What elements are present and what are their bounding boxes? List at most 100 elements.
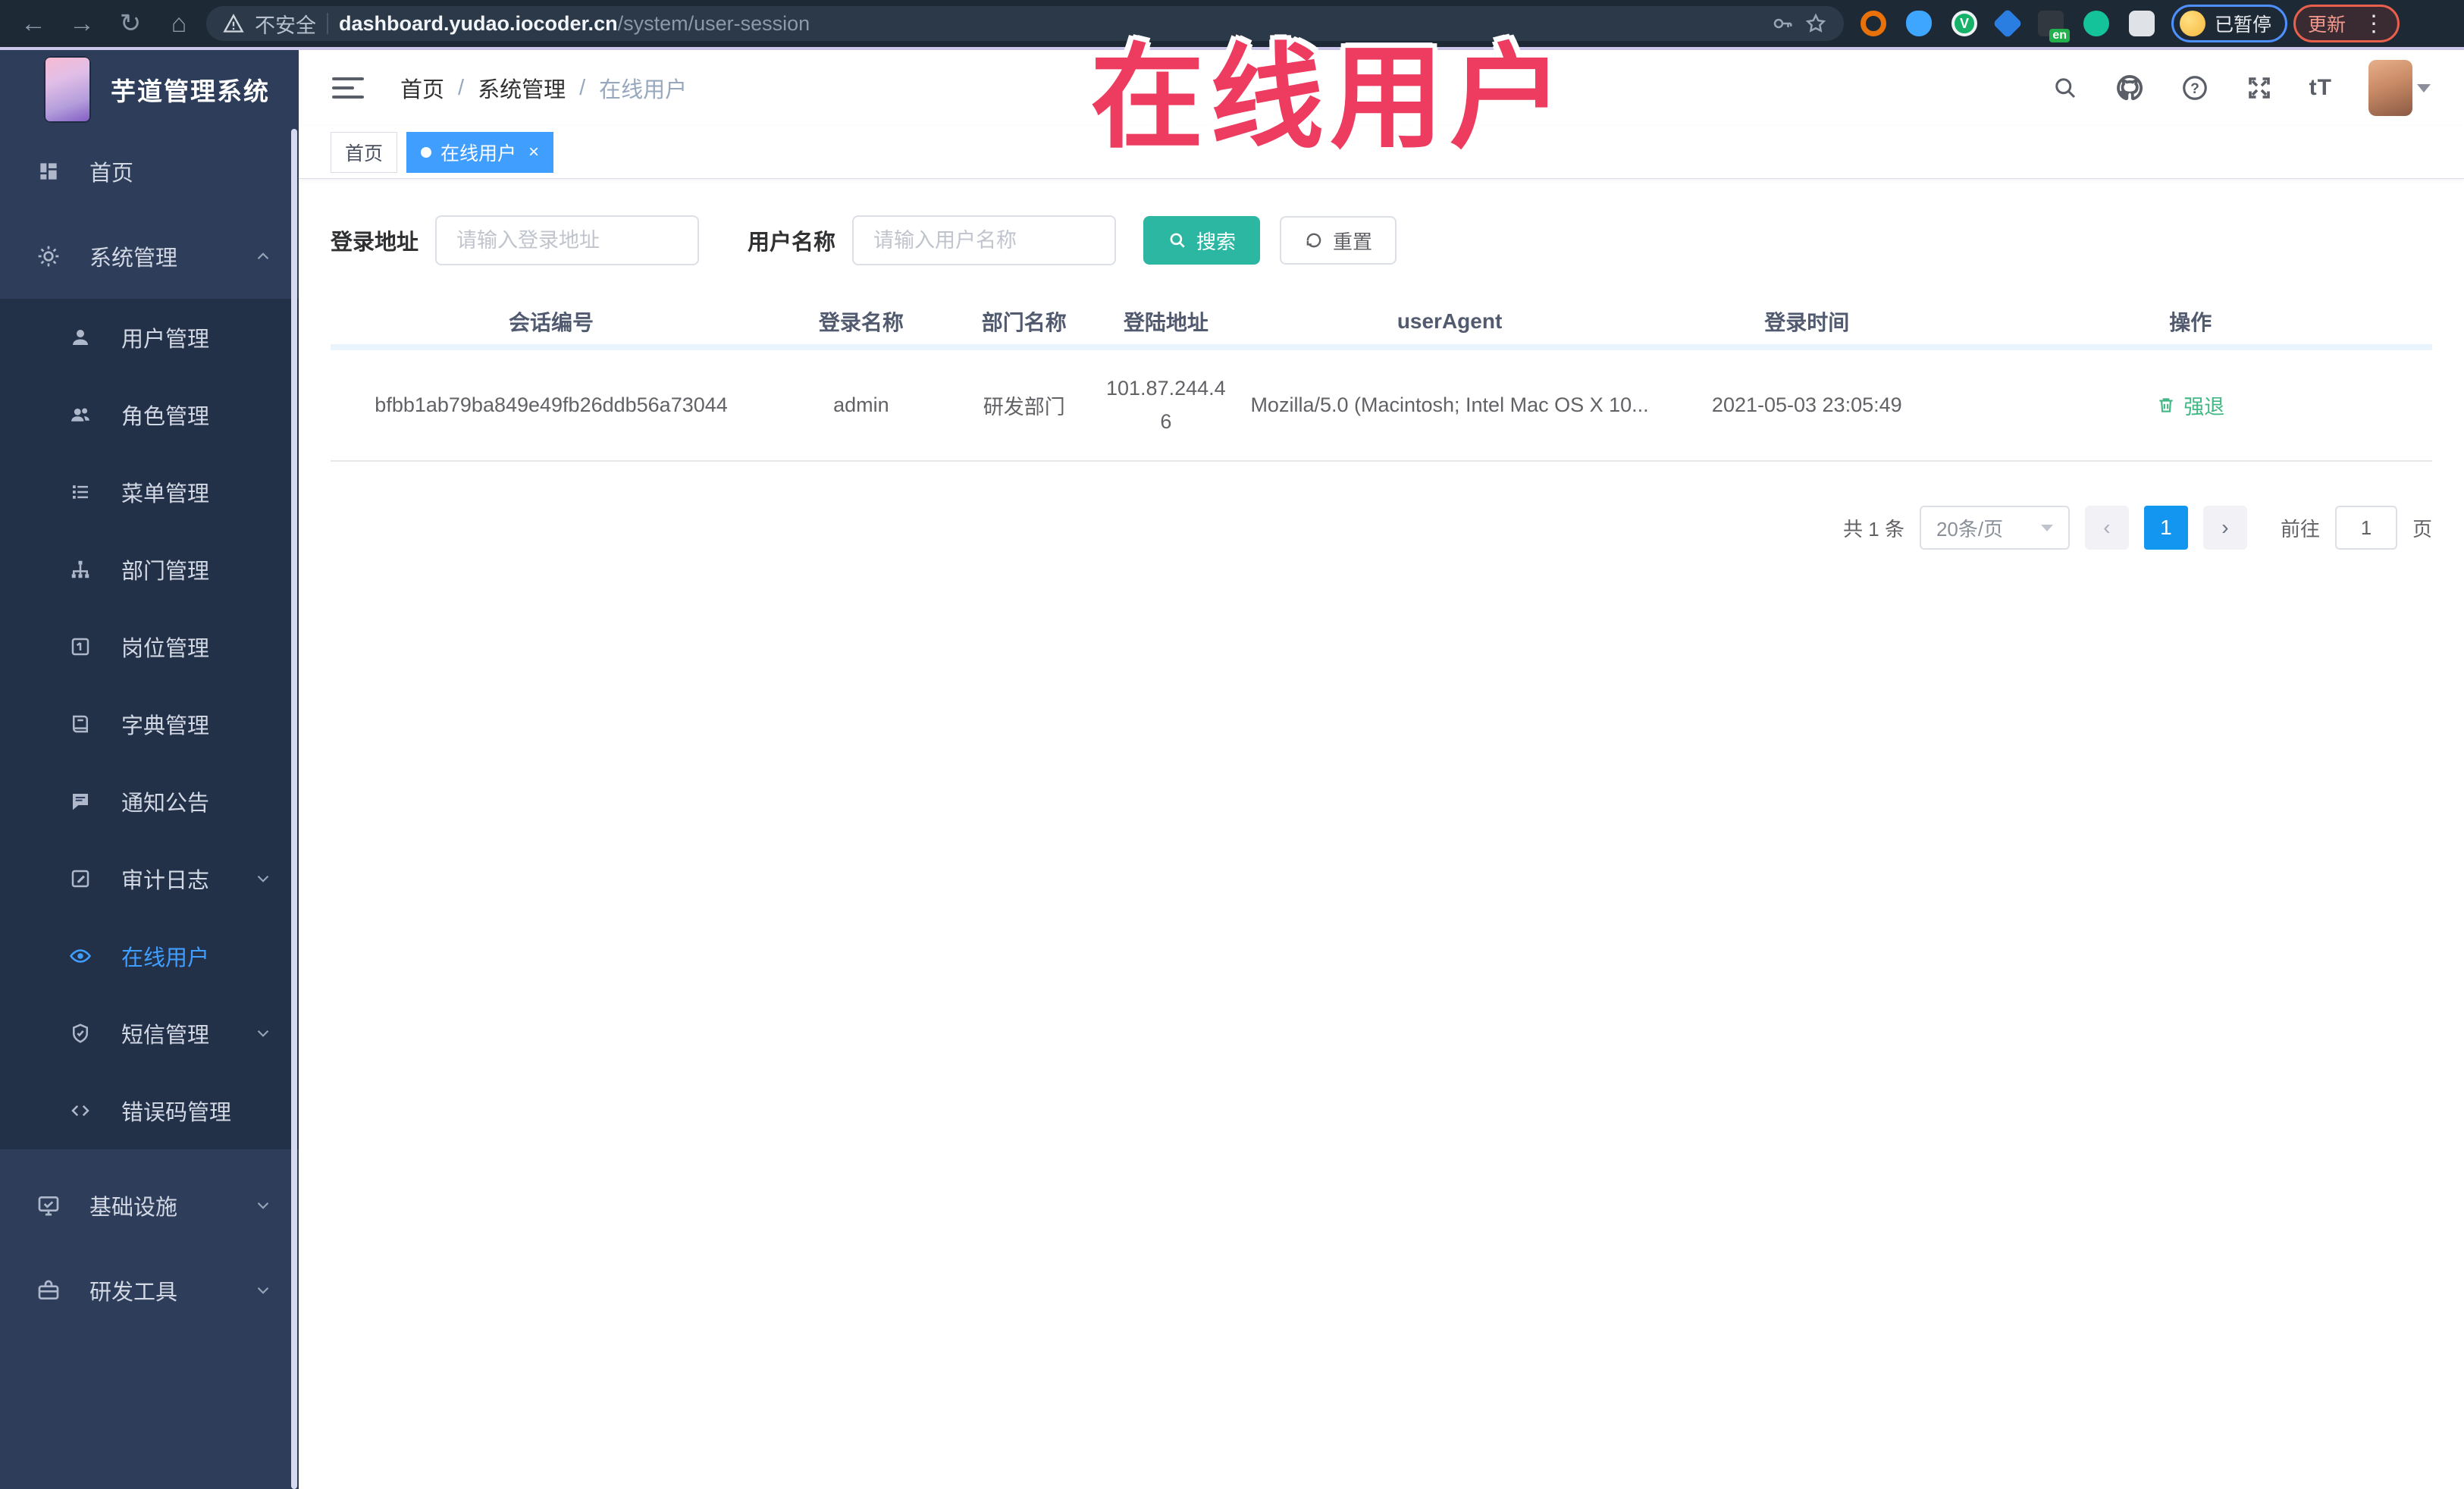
col-user-agent: userAgent: [1234, 299, 1666, 350]
extension-bulb-icon[interactable]: [1906, 11, 1932, 36]
reset-button[interactable]: 重置: [1280, 216, 1397, 265]
breadcrumb-home[interactable]: 首页: [400, 72, 444, 104]
help-icon[interactable]: ?: [2180, 74, 2209, 102]
back-icon[interactable]: ←: [12, 5, 55, 42]
search-icon[interactable]: [2052, 74, 2079, 102]
sidebar-item-notice[interactable]: 通知公告: [0, 763, 299, 840]
sidebar-item-posts[interactable]: 岗位管理: [0, 608, 299, 685]
font-size-icon[interactable]: tT: [2309, 75, 2332, 101]
page-1-button[interactable]: 1: [2143, 506, 2188, 550]
sidebar-item-label: 错误码管理: [121, 1101, 232, 1125]
page-size-select[interactable]: 20条/页: [1919, 506, 2070, 550]
book-icon: [65, 713, 96, 735]
sidebar-item-error-codes[interactable]: 错误码管理: [0, 1072, 299, 1149]
chevron-down-icon: [253, 869, 273, 889]
gear-icon: [33, 244, 64, 268]
breadcrumb-current: 在线用户: [599, 78, 688, 102]
bookmark-star-icon[interactable]: [1804, 12, 1827, 35]
table-row: bfbb1ab79ba849e49fb26ddb56a73044 admin 研…: [331, 347, 2432, 462]
edit-note-icon: [65, 867, 96, 890]
extension-orange-icon[interactable]: [1861, 11, 1886, 36]
force-logout-button[interactable]: 强退: [2156, 390, 2224, 420]
sidebar-item-dev-tools[interactable]: 研发工具: [0, 1248, 299, 1333]
password-key-icon[interactable]: [1771, 12, 1794, 35]
tab-online-users[interactable]: 在线用户 ×: [406, 131, 554, 173]
security-label: 不安全: [255, 14, 316, 37]
breadcrumb-system[interactable]: 系统管理: [478, 72, 566, 104]
roles-icon: [65, 403, 96, 426]
sidebar-item-sms[interactable]: 短信管理: [0, 995, 299, 1072]
system-submenu: 用户管理 角色管理 菜单管理 部门管理 岗位管理 字典管理 通知公告 审计日志 …: [0, 299, 299, 1149]
username-input[interactable]: [852, 215, 1117, 265]
extension-translate-icon[interactable]: en: [2038, 11, 2070, 42]
app-header: 首页 / 系统管理 / 在线用户 ? tT: [299, 50, 2464, 126]
sidebar-item-dict[interactable]: 字典管理: [0, 685, 299, 763]
reload-icon[interactable]: ↻: [109, 5, 152, 42]
close-tab-icon[interactable]: ×: [528, 142, 539, 163]
sidebar-item-infrastructure[interactable]: 基础设施: [0, 1163, 299, 1248]
sidebar-item-home[interactable]: 首页: [0, 129, 299, 214]
chevron-down-icon: [253, 1196, 273, 1215]
extensions-puzzle-icon[interactable]: [2129, 11, 2155, 36]
app-frame: 芋道管理系统 首页 系统管理 用户管理 角色管理 菜单管理 部门管理 岗位管理 …: [0, 50, 2464, 1489]
breadcrumb-separator: /: [458, 75, 465, 100]
sidebar-item-audit-log[interactable]: 审计日志: [0, 840, 299, 917]
translate-en-badge: en: [2049, 29, 2070, 42]
app-title: 芋道管理系统: [111, 77, 270, 105]
extension-gem-icon[interactable]: [1992, 8, 2023, 39]
id-badge-icon: [65, 635, 96, 658]
sidebar-scrollbar[interactable]: [291, 129, 297, 1489]
sidebar-toggle-icon[interactable]: [332, 77, 364, 99]
address-bar[interactable]: 不安全 dashboard.yudao.iocoder.cn/system/us…: [206, 6, 1844, 41]
trash-icon: [2159, 398, 2173, 412]
fullscreen-icon[interactable]: [2246, 74, 2273, 102]
chevron-down-icon: [253, 1023, 273, 1043]
browser-menu-icon[interactable]: ⋮: [2358, 11, 2385, 37]
chrome-update-button[interactable]: 更新 ⋮: [2293, 5, 2400, 42]
github-icon[interactable]: [2115, 74, 2144, 102]
cell-login-time: 2021-05-03 23:05:49: [1665, 347, 1949, 462]
sidebar-item-label: 研发工具: [89, 1281, 178, 1305]
home-icon[interactable]: ⌂: [158, 5, 200, 42]
shield-check-icon: [65, 1022, 96, 1045]
sidebar-item-online-users[interactable]: 在线用户: [0, 917, 299, 995]
cell-ip: 101.87.244.46: [1097, 347, 1234, 462]
sidebar-item-label: 角色管理: [121, 405, 210, 429]
extension-v-icon[interactable]: V: [1951, 11, 1977, 36]
search-button[interactable]: 搜索: [1143, 216, 1261, 265]
sidebar-item-label: 菜单管理: [121, 482, 210, 506]
sidebar-item-label: 在线用户: [121, 946, 210, 970]
col-actions: 操作: [1948, 299, 2432, 350]
chevron-down-icon: [2040, 524, 2053, 531]
sidebar-item-menus[interactable]: 菜单管理: [0, 453, 299, 531]
profile-paused-badge[interactable]: 已暂停: [2171, 5, 2288, 42]
next-page-button[interactable]: ›: [2202, 506, 2247, 550]
extension-green-icon[interactable]: [2083, 11, 2109, 36]
breadcrumb: 首页 / 系统管理 / 在线用户: [400, 72, 687, 104]
sidebar-item-label: 首页: [89, 161, 134, 186]
sidebar: 芋道管理系统 首页 系统管理 用户管理 角色管理 菜单管理 部门管理 岗位管理 …: [0, 50, 299, 1489]
col-login-time: 登录时间: [1665, 299, 1949, 350]
refresh-icon: [1306, 233, 1321, 248]
sidebar-item-users[interactable]: 用户管理: [0, 299, 299, 376]
logo-row[interactable]: 芋道管理系统: [0, 50, 299, 129]
url-text: dashboard.yudao.iocoder.cn/system/user-s…: [339, 11, 810, 35]
sidebar-item-departments[interactable]: 部门管理: [0, 531, 299, 608]
main-area: 首页 / 系统管理 / 在线用户 ? tT 首页 在线用户 × 登录地址 请输入…: [299, 50, 2464, 1489]
not-secure-warning-icon: [223, 13, 244, 34]
col-session-id: 会话编号: [331, 299, 773, 350]
sidebar-item-system[interactable]: 系统管理: [0, 214, 299, 299]
prev-page-button[interactable]: ‹: [2084, 506, 2129, 550]
sidebar-item-label: 部门管理: [121, 560, 210, 584]
sidebar-item-label: 短信管理: [121, 1023, 210, 1048]
tab-home[interactable]: 首页: [331, 131, 398, 173]
sidebar-item-roles[interactable]: 角色管理: [0, 376, 299, 453]
address-input[interactable]: [435, 215, 700, 265]
forward-icon[interactable]: →: [61, 5, 103, 42]
user-menu[interactable]: [2368, 60, 2431, 116]
monitor-check-icon: [33, 1193, 64, 1218]
sidebar-item-label: 用户管理: [121, 328, 210, 352]
goto-page-input[interactable]: [2334, 506, 2397, 550]
col-username: 登录名称: [772, 299, 951, 350]
table-header-row: 会话编号 登录名称 部门名称 登陆地址 userAgent 登录时间 操作: [331, 299, 2432, 350]
